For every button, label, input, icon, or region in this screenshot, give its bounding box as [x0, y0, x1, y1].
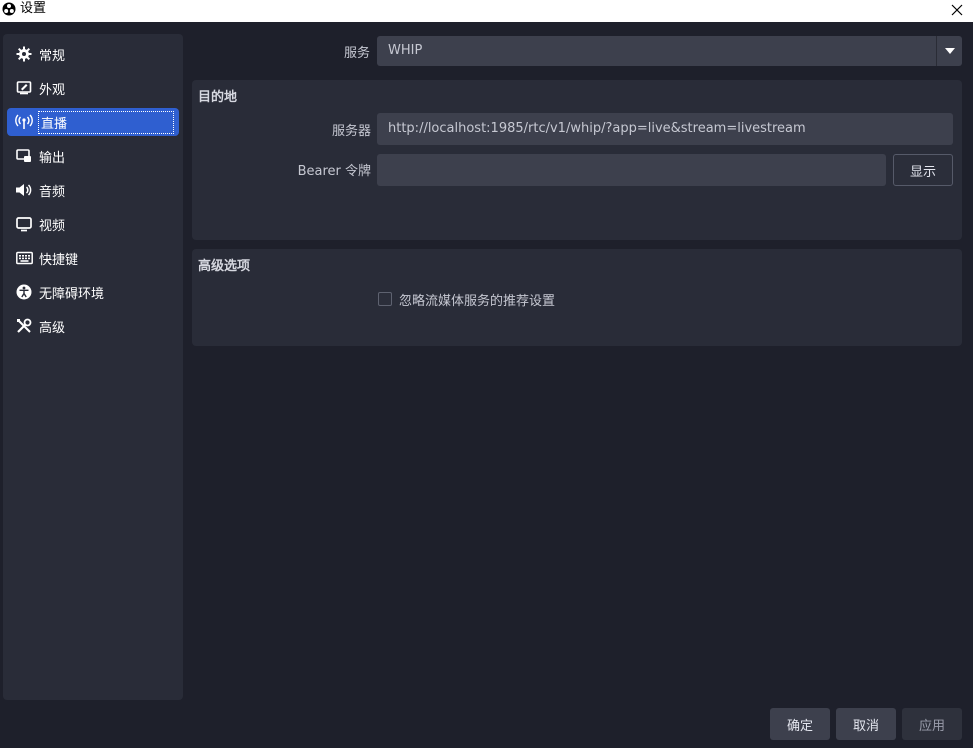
service-select[interactable]: WHIP — [377, 36, 962, 66]
tools-icon — [15, 317, 33, 335]
obs-logo-icon — [2, 2, 16, 16]
sidebar-item-label: 视频 — [39, 218, 66, 234]
service-label: 服务 — [343, 46, 370, 61]
broadcast-antenna-icon — [15, 113, 33, 131]
sidebar-item-stream[interactable]: 直播 — [7, 108, 179, 136]
sidebar-item-general[interactable]: 常规 — [7, 40, 179, 68]
sidebar-item-label: 常规 — [39, 48, 66, 64]
sidebar-item-output[interactable]: 输出 — [7, 142, 179, 170]
sidebar-item-advanced[interactable]: 高级 — [7, 312, 179, 340]
sidebar-item-audio[interactable]: 音频 — [7, 176, 179, 204]
chevron-down-icon[interactable] — [936, 36, 962, 66]
sidebar-item-appearance[interactable]: 外观 — [7, 74, 179, 102]
output-icon — [15, 147, 33, 165]
ignore-recommendations-checkbox[interactable] — [378, 292, 392, 306]
monitor-icon — [15, 215, 33, 233]
destination-title: 目的地 — [198, 90, 238, 105]
destination-group: 目的地 服务器 http://localhost:1985/rtc/v1/whi… — [192, 80, 962, 240]
advanced-options-title: 高级选项 — [198, 259, 251, 274]
advanced-options-group: 高级选项 忽略流媒体服务的推荐设置 — [192, 249, 962, 346]
bearer-token-field[interactable] — [377, 154, 886, 186]
cancel-button[interactable]: 取消 — [836, 708, 896, 740]
accessibility-icon — [15, 283, 33, 301]
close-icon[interactable] — [947, 0, 967, 20]
gear-icon — [15, 45, 33, 63]
service-select-value: WHIP — [388, 43, 423, 58]
sidebar-item-label: 无障碍环境 — [39, 286, 105, 302]
sidebar-item-label: 高级 — [39, 320, 66, 336]
window-titlebar: 设置 — [0, 0, 973, 22]
sidebar-item-accessibility[interactable]: 无障碍环境 — [7, 278, 179, 306]
speaker-icon — [15, 181, 33, 199]
server-label: 服务器 — [331, 124, 371, 139]
keyboard-icon — [15, 249, 33, 267]
apply-button[interactable]: 应用 — [902, 708, 962, 740]
service-row: 服务 WHIP — [192, 36, 962, 66]
settings-sidebar: 常规 外观 直播 输出 音频 视频 快捷键 无障碍环境 高级 — [3, 34, 183, 700]
sidebar-item-label: 直播 — [38, 110, 174, 134]
window-title: 设置 — [20, 1, 47, 16]
sidebar-item-label: 音频 — [39, 184, 66, 200]
sidebar-item-hotkeys[interactable]: 快捷键 — [7, 244, 179, 272]
sidebar-item-label: 快捷键 — [39, 252, 79, 268]
show-token-button[interactable]: 显示 — [893, 154, 953, 186]
server-field[interactable]: http://localhost:1985/rtc/v1/whip/?app=l… — [377, 113, 953, 145]
ok-button[interactable]: 确定 — [770, 708, 830, 740]
sidebar-item-label: 输出 — [39, 150, 66, 166]
sidebar-item-video[interactable]: 视频 — [7, 210, 179, 238]
appearance-icon — [15, 79, 33, 97]
bearer-token-label: Bearer 令牌 — [297, 164, 371, 179]
sidebar-item-label: 外观 — [39, 82, 66, 98]
ignore-recommendations-label[interactable]: 忽略流媒体服务的推荐设置 — [399, 290, 555, 309]
